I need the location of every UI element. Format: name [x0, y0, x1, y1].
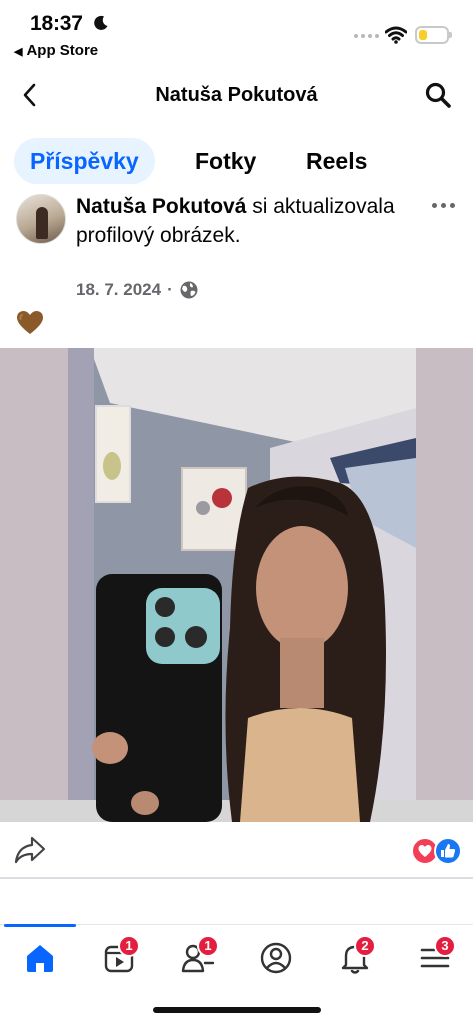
nav-home[interactable] — [23, 941, 57, 975]
tab-posts[interactable]: Příspěvky — [14, 138, 155, 184]
tab-reels[interactable]: Reels — [290, 138, 383, 184]
bottom-navigation: 1 1 2 3 — [0, 924, 473, 994]
battery-level — [419, 30, 427, 40]
nav-video[interactable]: 1 — [102, 935, 140, 975]
post-text: Natuša Pokutová si aktualizovala profilo… — [76, 192, 406, 250]
profile-icon — [260, 942, 292, 974]
avatar[interactable] — [16, 194, 66, 244]
nav-friends[interactable]: 1 — [181, 935, 219, 975]
profile-photo[interactable] — [0, 348, 473, 822]
photo-illustration — [0, 348, 473, 822]
brown-heart-icon — [17, 311, 43, 334]
notifications-badge: 2 — [354, 935, 376, 957]
nav-menu[interactable]: 3 — [418, 935, 456, 975]
video-badge: 1 — [118, 935, 140, 957]
moon-icon — [94, 15, 108, 30]
back-app-label: App Store — [26, 42, 99, 59]
home-indicator — [153, 1007, 321, 1013]
tab-photos[interactable]: Fotky — [179, 138, 272, 184]
post-actions — [0, 825, 473, 875]
nav-profile[interactable] — [259, 941, 293, 975]
post-author[interactable]: Natuša Pokutová — [76, 195, 246, 218]
signal-icon — [354, 34, 379, 38]
back-to-app-store[interactable]: ◀ App Store — [14, 42, 98, 59]
section-divider — [0, 877, 473, 879]
reactions-summary[interactable] — [411, 837, 463, 865]
search-icon[interactable] — [423, 80, 453, 110]
post-date[interactable]: 18. 7. 2024 — [76, 280, 161, 300]
active-tab-indicator — [4, 924, 76, 927]
post-meta: 18. 7. 2024 · — [76, 280, 199, 300]
profile-header: Natuša Pokutová — [0, 72, 473, 122]
status-time: 18:37 — [30, 12, 83, 35]
home-icon — [27, 945, 53, 972]
meta-separator: · — [167, 280, 173, 299]
battery-icon — [415, 26, 452, 44]
like-reaction-icon — [434, 837, 462, 865]
back-triangle-icon: ◀ — [14, 46, 23, 58]
menu-badge: 3 — [434, 935, 456, 957]
profile-tabs: Příspěvky Fotky Reels — [0, 138, 473, 186]
wifi-icon — [385, 26, 407, 44]
share-icon[interactable] — [14, 835, 46, 865]
more-horizontal-icon[interactable] — [432, 198, 458, 212]
friends-badge: 1 — [197, 935, 219, 957]
status-bar: 18:37 ◀ App Store — [0, 0, 473, 66]
nav-notifications[interactable]: 2 — [338, 935, 376, 975]
page-title: Natuša Pokutová — [155, 84, 318, 106]
globe-icon — [180, 281, 198, 299]
